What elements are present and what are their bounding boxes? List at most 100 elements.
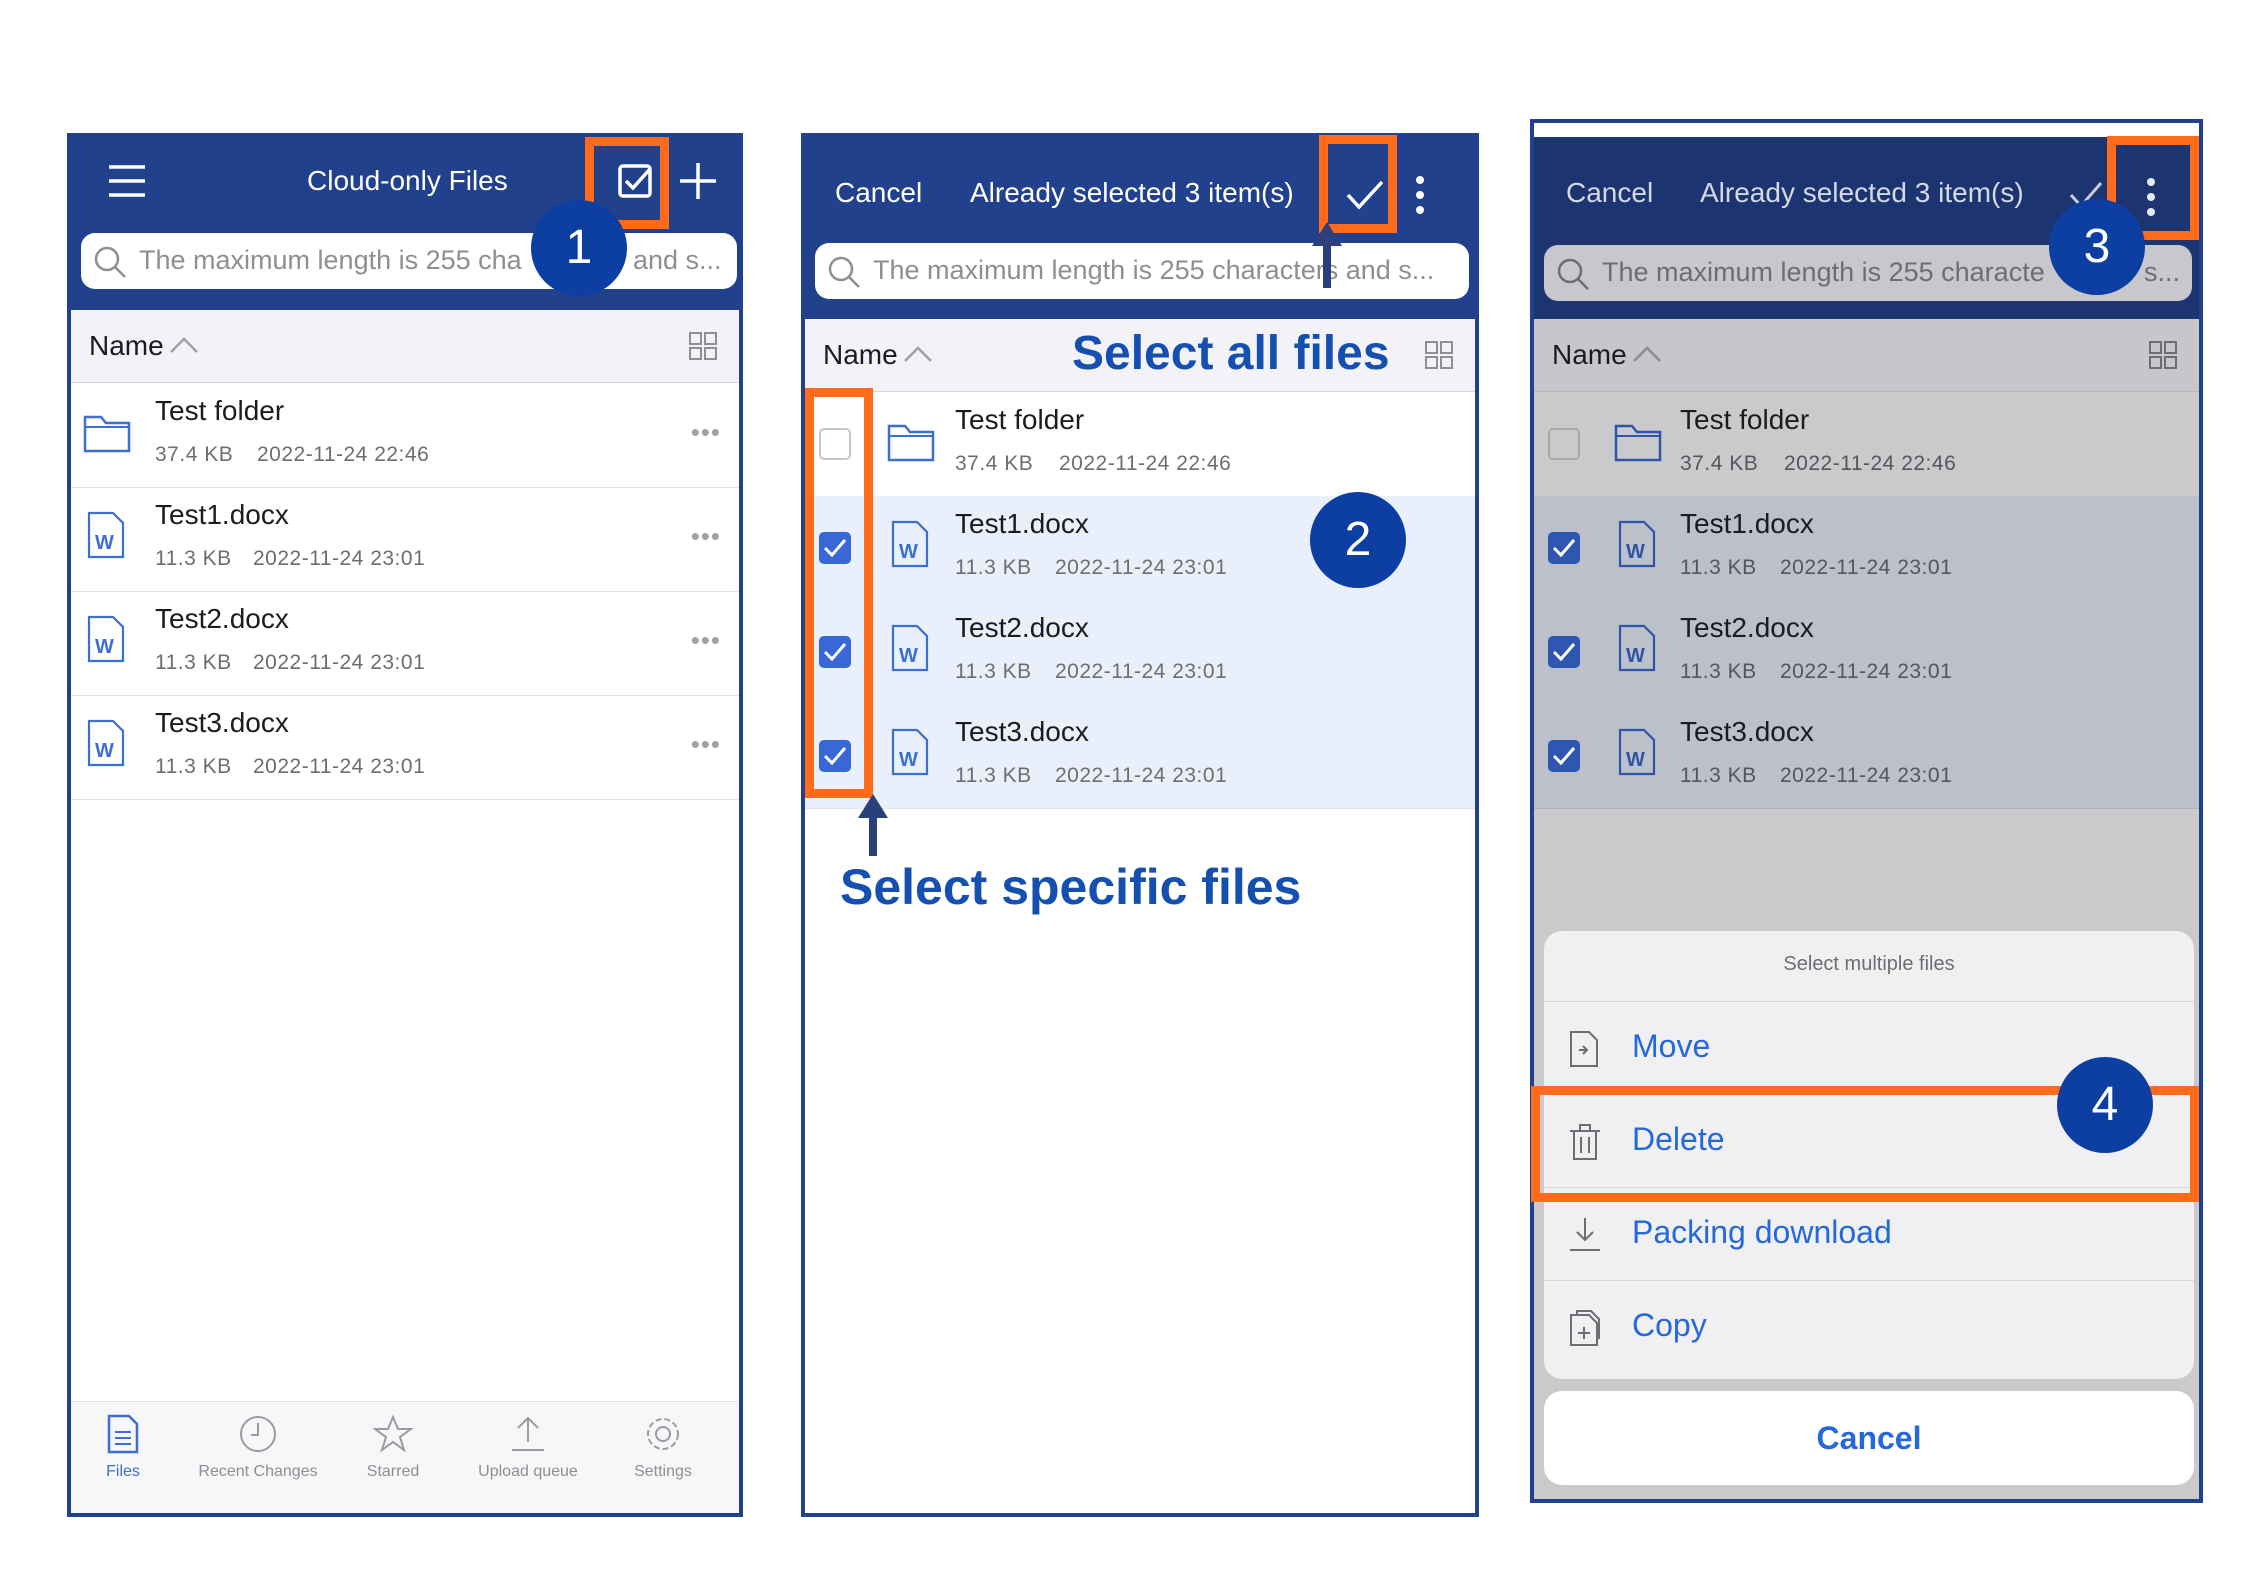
- svg-text:W: W: [95, 636, 114, 658]
- list-item[interactable]: W Test1.docx 11.3 KB 2022-11-24 23:01 ••…: [71, 487, 739, 592]
- word-doc-icon: W: [87, 615, 125, 663]
- file-size: 11.3 KB: [155, 651, 232, 674]
- file-size: 11.3 KB: [1680, 556, 1757, 579]
- sort-label: Name: [1552, 339, 1627, 370]
- step-badge: 3: [2049, 199, 2145, 295]
- list-item[interactable]: W Test2.docx 11.3 KB 2022-11-24 23:01 ••…: [71, 591, 739, 696]
- file-date: 2022-11-24 23:01: [253, 755, 426, 778]
- file-name: Test1.docx: [955, 508, 1089, 539]
- tab-starred[interactable]: Starred: [333, 1414, 453, 1481]
- file-date: 2022-11-24 23:01: [253, 547, 426, 570]
- action-copy[interactable]: Copy: [1544, 1280, 2194, 1374]
- file-size: 11.3 KB: [955, 556, 1032, 579]
- search-placeholder-tail: s...: [2144, 257, 2181, 287]
- file-size: 11.3 KB: [155, 547, 232, 570]
- hamburger-menu-icon[interactable]: [107, 163, 147, 199]
- file-date: 2022-11-24 23:01: [1780, 556, 1953, 579]
- tab-recent-changes[interactable]: Recent Changes: [198, 1414, 318, 1481]
- phone-panel-3: Cancel Already selected 3 item(s) The ma…: [1530, 119, 2203, 1503]
- file-date: 2022-11-24 22:46: [1784, 452, 1957, 475]
- sheet-cancel-button[interactable]: Cancel: [1544, 1391, 2194, 1485]
- list-item[interactable]: W Test1.docx 11.3 KB 2022-11-24 23:01: [1534, 496, 2199, 601]
- row-checkbox[interactable]: [1548, 636, 1580, 668]
- cancel-button[interactable]: Cancel: [1566, 177, 1653, 209]
- word-doc-icon: W: [891, 728, 929, 776]
- list-item[interactable]: W Test2.docx 11.3 KB 2022-11-24 23:01: [805, 600, 1475, 705]
- file-name: Test2.docx: [955, 612, 1089, 643]
- search-icon: [828, 256, 860, 288]
- word-doc-icon: W: [87, 719, 125, 767]
- sort-label: Name: [89, 330, 164, 361]
- more-options-icon[interactable]: •••: [691, 625, 721, 656]
- list-item[interactable]: Test folder 37.4 KB 2022-11-24 22:46: [805, 392, 1475, 497]
- tab-settings[interactable]: Settings: [603, 1414, 723, 1481]
- row-checkbox[interactable]: [1548, 740, 1580, 772]
- row-checkbox[interactable]: [1548, 532, 1580, 564]
- file-name: Test2.docx: [1680, 612, 1814, 643]
- svg-text:W: W: [95, 740, 114, 762]
- step-badge: 4: [2057, 1057, 2153, 1153]
- sort-bar[interactable]: Name: [71, 310, 739, 383]
- more-vertical-icon[interactable]: [1415, 175, 1425, 220]
- search-icon: [94, 246, 126, 278]
- add-icon[interactable]: [678, 161, 718, 201]
- arrow-up-icon: [858, 794, 888, 856]
- folder-icon: [83, 415, 131, 453]
- tab-files[interactable]: Files: [71, 1414, 183, 1481]
- tab-bar: Files Recent Changes Starred Upload queu…: [71, 1401, 739, 1513]
- list-item[interactable]: W Test3.docx 11.3 KB 2022-11-24 23:01: [1534, 704, 2199, 809]
- highlight-select-all: [1319, 135, 1397, 233]
- grid-view-icon[interactable]: [1425, 341, 1453, 374]
- tab-label: Starred: [366, 1463, 420, 1480]
- row-checkbox[interactable]: [1548, 428, 1580, 460]
- list-item[interactable]: Test folder 37.4 KB 2022-11-24 22:46: [1534, 392, 2199, 497]
- file-name: Test1.docx: [1680, 508, 1814, 539]
- list-item[interactable]: Test folder 37.4 KB 2022-11-24 22:46 •••: [71, 383, 739, 488]
- tab-label: Settings: [634, 1463, 692, 1480]
- search-input[interactable]: The maximum length is 255 cha and s...: [81, 233, 737, 289]
- grid-view-icon[interactable]: [689, 332, 717, 365]
- file-name: Test1.docx: [155, 499, 289, 530]
- selection-title: Already selected 3 item(s): [1700, 177, 2024, 208]
- tab-label: Recent Changes: [198, 1463, 318, 1480]
- cancel-button[interactable]: Cancel: [835, 177, 922, 209]
- grid-view-icon[interactable]: [2149, 341, 2177, 374]
- file-date: 2022-11-24 23:01: [253, 651, 426, 674]
- search-placeholder: The maximum length is 255 characters and…: [873, 255, 1435, 285]
- list-item[interactable]: W Test3.docx 11.3 KB 2022-11-24 23:01: [805, 704, 1475, 809]
- word-doc-icon: W: [87, 511, 125, 559]
- sort-label: Name: [823, 339, 898, 370]
- file-date: 2022-11-24 23:01: [1055, 660, 1228, 683]
- file-name: Test folder: [955, 404, 1085, 435]
- search-icon: [1557, 258, 1589, 290]
- tab-label: Upload queue: [478, 1463, 578, 1480]
- more-options-icon[interactable]: •••: [691, 417, 721, 448]
- gear-icon: [647, 1418, 679, 1450]
- search-placeholder: The maximum length is 255 characte: [1602, 257, 2045, 287]
- file-date: 2022-11-24 23:01: [1055, 764, 1228, 787]
- word-doc-icon: W: [1618, 728, 1656, 776]
- file-date: 2022-11-24 22:46: [257, 443, 430, 466]
- svg-text:W: W: [1626, 749, 1645, 771]
- file-date: 2022-11-24 23:01: [1780, 764, 1953, 787]
- folder-icon: [887, 424, 935, 462]
- list-item[interactable]: W Test3.docx 11.3 KB 2022-11-24 23:01 ••…: [71, 695, 739, 800]
- list-item[interactable]: W Test2.docx 11.3 KB 2022-11-24 23:01: [1534, 600, 2199, 705]
- sort-bar[interactable]: Name: [1534, 319, 2199, 392]
- star-icon: [371, 1414, 415, 1453]
- file-name: Test folder: [1680, 404, 1810, 435]
- word-doc-icon: W: [1618, 624, 1656, 672]
- annotation-select-specific: Select specific files: [840, 859, 1302, 915]
- search-input[interactable]: The maximum length is 255 characters and…: [815, 243, 1469, 299]
- phone-panel-1: Cloud-only Files The maximum length is 2…: [67, 133, 743, 1517]
- more-options-icon[interactable]: •••: [691, 729, 721, 760]
- file-name: Test3.docx: [1680, 716, 1814, 747]
- folder-icon: [1614, 424, 1662, 462]
- svg-text:W: W: [1626, 645, 1645, 667]
- tab-upload-queue[interactable]: Upload queue: [468, 1414, 588, 1481]
- selection-title: Already selected 3 item(s): [970, 177, 1294, 208]
- sort-ascending-icon: [1632, 345, 1662, 368]
- more-options-icon[interactable]: •••: [691, 521, 721, 552]
- step-badge: 2: [1310, 492, 1406, 588]
- search-placeholder-tail: and s...: [633, 245, 722, 275]
